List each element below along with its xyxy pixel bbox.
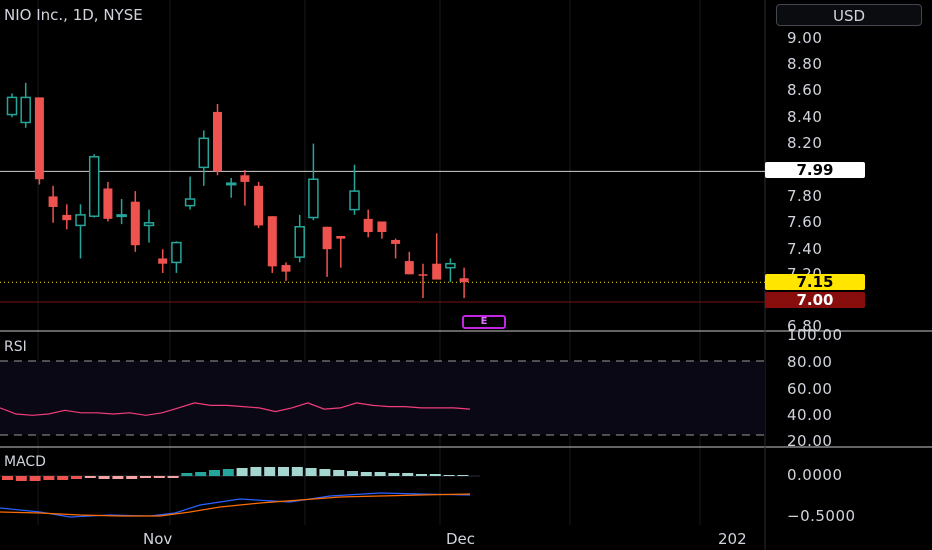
rsi-tick: 100.00 bbox=[787, 326, 843, 344]
macd-histogram-bar bbox=[112, 476, 124, 479]
candle-body bbox=[88, 156, 100, 217]
candle-body bbox=[103, 188, 113, 219]
candle-body bbox=[308, 178, 319, 219]
price-tick: 8.40 bbox=[787, 108, 823, 126]
macd-histogram-bar bbox=[402, 473, 414, 476]
macd-histogram-bar bbox=[222, 469, 234, 476]
candle-body bbox=[391, 239, 401, 244]
candle-body bbox=[294, 226, 305, 258]
macd-histogram-bar bbox=[126, 476, 138, 479]
candle-body bbox=[184, 198, 196, 207]
macd-histogram-bar bbox=[153, 476, 165, 478]
candle-body bbox=[48, 196, 58, 207]
candle-body bbox=[34, 97, 44, 180]
candle-body bbox=[432, 263, 442, 280]
macd-signal-line bbox=[0, 493, 471, 517]
macd-label: MACD bbox=[4, 454, 46, 470]
macd-histogram-bar bbox=[305, 468, 317, 476]
candle-body bbox=[75, 214, 86, 227]
macd-histogram-bar bbox=[71, 476, 82, 479]
macd-histogram-bar bbox=[360, 472, 372, 476]
candle-body bbox=[198, 137, 210, 169]
candle-body bbox=[349, 190, 360, 211]
macd-histogram-bar bbox=[278, 467, 289, 476]
macd-histogram-bar bbox=[98, 476, 110, 479]
candle-body bbox=[6, 96, 18, 116]
macd-tick: −0.5000 bbox=[787, 507, 856, 525]
macd-histogram-bar bbox=[181, 473, 193, 476]
candle-body bbox=[336, 236, 346, 239]
macd-histogram-bar bbox=[443, 475, 455, 476]
candle-body bbox=[322, 226, 332, 250]
chart-screen: NIO Inc., 1D, NYSE USD 9.00 8.80 8.60 8.… bbox=[0, 0, 932, 550]
time-label-dec: Dec bbox=[446, 530, 476, 548]
macd-histogram-bar bbox=[429, 474, 441, 476]
macd-histogram-bar bbox=[416, 474, 427, 476]
time-label-nov: Nov bbox=[143, 530, 173, 548]
candle-body bbox=[20, 96, 31, 124]
macd-histogram-bar bbox=[291, 467, 303, 476]
macd-histogram-bar bbox=[29, 476, 41, 481]
earnings-marker[interactable]: E bbox=[462, 315, 506, 329]
macd-histogram-bar bbox=[84, 476, 96, 478]
rsi-tick: 40.00 bbox=[787, 406, 833, 424]
last-price-tag: 7.15 bbox=[765, 274, 865, 290]
horizontal-line-price-tag: 7.99 bbox=[765, 162, 865, 178]
candle-body bbox=[213, 111, 222, 172]
candle-body bbox=[171, 241, 182, 264]
candle-body bbox=[267, 216, 277, 267]
rsi-label: RSI bbox=[4, 339, 27, 355]
candle-body bbox=[377, 221, 387, 233]
price-tick: 8.80 bbox=[787, 55, 823, 73]
price-tick: 8.60 bbox=[787, 81, 823, 99]
macd-histogram-bar bbox=[167, 476, 179, 478]
candle-body bbox=[143, 222, 155, 227]
candle-body bbox=[130, 201, 140, 246]
macd-histogram-bar bbox=[250, 467, 262, 476]
candle-body bbox=[116, 214, 127, 218]
macd-histogram-bar bbox=[264, 467, 276, 476]
rsi-tick: 20.00 bbox=[787, 432, 833, 450]
macd-histogram-bar bbox=[236, 468, 248, 476]
candle-body bbox=[418, 274, 428, 276]
currency-button[interactable]: USD bbox=[776, 4, 922, 26]
macd-tick: 0.0000 bbox=[787, 466, 843, 484]
price-tick: 7.80 bbox=[787, 187, 823, 205]
macd-histogram-bar bbox=[374, 472, 386, 476]
macd-histogram-bar bbox=[457, 475, 469, 476]
macd-histogram-bar bbox=[57, 476, 69, 480]
macd-histogram-bar bbox=[15, 476, 27, 481]
time-label-year: 202 bbox=[718, 530, 747, 548]
candle-body bbox=[254, 185, 264, 226]
price-tick: 7.60 bbox=[787, 213, 823, 231]
price-tick: 8.20 bbox=[787, 134, 823, 152]
macd-histogram-bar bbox=[43, 476, 55, 480]
rsi-tick: 80.00 bbox=[787, 353, 833, 371]
macd-histogram-bar bbox=[209, 470, 220, 476]
candle-body bbox=[404, 261, 414, 275]
macd-histogram-bar bbox=[388, 473, 400, 476]
candle-body bbox=[240, 175, 250, 182]
macd-histogram-bar bbox=[333, 470, 345, 476]
low-price-tag: 7.00 bbox=[765, 292, 865, 308]
candle-body bbox=[225, 182, 237, 186]
chart-title: NIO Inc., 1D, NYSE bbox=[4, 6, 143, 24]
macd-histogram-bar bbox=[347, 471, 358, 476]
candle-body bbox=[459, 278, 469, 283]
macd-histogram-bar bbox=[319, 469, 331, 476]
candle-body bbox=[445, 262, 456, 269]
candle-body bbox=[281, 265, 291, 272]
macd-histogram-bar bbox=[195, 472, 207, 476]
price-tick: 9.00 bbox=[787, 29, 823, 47]
price-tick: 7.40 bbox=[787, 240, 823, 258]
rsi-tick: 60.00 bbox=[787, 380, 833, 398]
macd-histogram-bar bbox=[140, 476, 151, 478]
macd-histogram-bar bbox=[2, 476, 13, 480]
candle-body bbox=[62, 214, 72, 221]
candle-body bbox=[158, 258, 168, 264]
rsi-band bbox=[0, 361, 765, 435]
candle-body bbox=[363, 218, 373, 233]
